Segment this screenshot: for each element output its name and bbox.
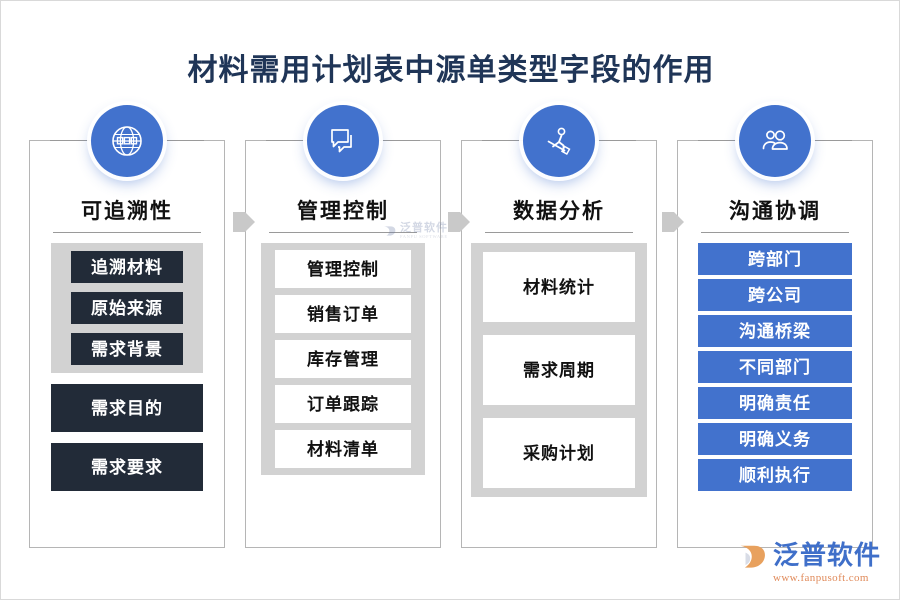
column-heading: 可追溯性 xyxy=(81,199,173,223)
chevron-arrow-2-icon xyxy=(448,209,470,235)
globe-icon xyxy=(112,126,142,156)
globe-icon-circle[interactable] xyxy=(91,105,163,177)
users-icon-circle[interactable] xyxy=(739,105,811,177)
brand-logo: 泛普软件 www.fanpusoft.com xyxy=(738,542,881,585)
list-item[interactable]: 追溯材料 xyxy=(71,251,183,283)
logo-name: 泛普软件 xyxy=(772,541,881,570)
panel-group: 追溯材料 原始来源 需求背景 xyxy=(51,243,203,373)
list-item[interactable]: 订单跟踪 xyxy=(275,385,411,423)
list-item[interactable]: 库存管理 xyxy=(275,340,411,378)
infographic-page: 材料需用计划表中源单类型字段的作用 泛普软件 FANPU SOFTWARE 可追… xyxy=(0,0,900,600)
list-item[interactable]: 采购计划 xyxy=(483,418,635,488)
panel-group: 管理控制 销售订单 库存管理 订单跟踪 材料清单 xyxy=(261,243,425,475)
column-traceability: 可追溯性 追溯材料 原始来源 需求背景 需求目的 需求要求 xyxy=(29,105,225,548)
column-data-analysis: 数据分析 材料统计 需求周期 采购计划 xyxy=(461,105,657,548)
worker-tool-icon-circle[interactable] xyxy=(523,105,595,177)
list-item[interactable]: 顺利执行 xyxy=(698,459,852,491)
list-item[interactable]: 需求周期 xyxy=(483,335,635,405)
list-item[interactable]: 跨公司 xyxy=(698,279,852,311)
column-heading: 沟通协调 xyxy=(729,199,821,223)
list-item[interactable]: 不同部门 xyxy=(698,351,852,383)
logo-url: www.fanpusoft.com xyxy=(772,572,869,584)
heading-rule xyxy=(701,232,849,233)
blue-chip-list: 跨部门 跨公司 沟通桥梁 不同部门 明确责任 明确义务 顺利执行 xyxy=(698,243,852,491)
heading-rule xyxy=(485,232,633,233)
columns-container: 可追溯性 追溯材料 原始来源 需求背景 需求目的 需求要求 管理控制 管理控制 … xyxy=(29,105,873,548)
list-item[interactable]: 需求要求 xyxy=(51,443,203,491)
list-item[interactable]: 管理控制 xyxy=(275,250,411,288)
users-icon xyxy=(762,130,788,150)
panel-group: 材料统计 需求周期 采购计划 xyxy=(471,243,647,497)
list-item[interactable]: 明确责任 xyxy=(698,387,852,419)
column-management-control: 管理控制 管理控制 销售订单 库存管理 订单跟踪 材料清单 xyxy=(245,105,441,548)
speech-bubbles-icon xyxy=(331,129,352,153)
worker-tool-icon xyxy=(547,127,571,156)
heading-rule xyxy=(53,232,201,233)
column-heading: 数据分析 xyxy=(513,199,605,223)
list-item[interactable]: 材料统计 xyxy=(483,252,635,322)
page-title: 材料需用计划表中源单类型字段的作用 xyxy=(187,54,715,87)
column-heading: 管理控制 xyxy=(297,199,389,223)
list-item[interactable]: 需求目的 xyxy=(51,384,203,432)
speech-bubbles-icon-circle[interactable] xyxy=(307,105,379,177)
chevron-arrow-3-icon xyxy=(662,209,684,235)
list-item[interactable]: 原始来源 xyxy=(71,292,183,324)
list-item[interactable]: 销售订单 xyxy=(275,295,411,333)
list-item[interactable]: 沟通桥梁 xyxy=(698,315,852,347)
chevron-arrow-1-icon xyxy=(233,209,255,235)
column-communication-coordination: 沟通协调 跨部门 跨公司 沟通桥梁 不同部门 明确责任 明确义务 顺利执行 xyxy=(677,105,873,548)
list-item[interactable]: 跨部门 xyxy=(698,243,852,275)
logo-mark-icon xyxy=(740,545,765,568)
list-item[interactable]: 材料清单 xyxy=(275,430,411,468)
list-item[interactable]: 需求背景 xyxy=(71,333,183,365)
list-item[interactable]: 明确义务 xyxy=(698,423,852,455)
heading-rule xyxy=(269,232,417,233)
